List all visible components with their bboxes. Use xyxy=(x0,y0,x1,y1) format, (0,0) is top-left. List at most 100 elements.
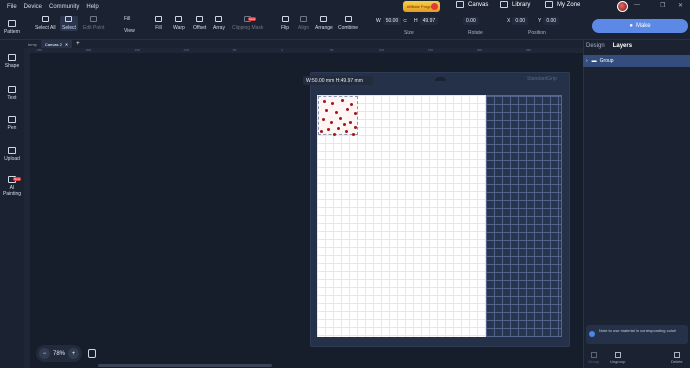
close-tab-icon[interactable]: ✕ xyxy=(65,42,68,47)
upload-tool[interactable]: Upload xyxy=(0,147,24,162)
promo-banner[interactable]: Affiliate Program xyxy=(403,1,440,12)
selected-pattern[interactable] xyxy=(318,96,358,136)
material-note: Note to use material in corresponding co… xyxy=(586,325,688,344)
layer-item-group[interactable]: › ▬ Group xyxy=(583,55,690,67)
view-dropdown[interactable]: Fill View xyxy=(124,16,135,34)
width-input[interactable]: 50.00 xyxy=(382,16,402,25)
nav-myzone-label: My Zone xyxy=(557,1,581,8)
x-field[interactable]: X 0.00 xyxy=(507,16,529,25)
add-tab-icon[interactable]: + xyxy=(72,40,84,48)
ruler-tick-label: 0 xyxy=(281,48,283,52)
ungroup-label: Ungroup xyxy=(610,359,626,364)
group-button[interactable]: Group xyxy=(588,352,599,364)
zoom-value: 78% xyxy=(52,350,65,357)
text-label: Text xyxy=(7,95,17,101)
right-panel xyxy=(583,40,690,368)
pattern-dot xyxy=(350,103,353,106)
flip-button[interactable]: Flip xyxy=(281,16,289,31)
pattern-dot xyxy=(346,108,349,111)
x-input[interactable]: 0.00 xyxy=(512,16,529,25)
align-label: Align xyxy=(298,25,310,31)
select-all-button[interactable]: Select All xyxy=(35,16,56,31)
arrange-button[interactable]: Arrange xyxy=(315,16,333,31)
pattern-dot xyxy=(331,102,334,105)
shape-icon xyxy=(8,54,16,61)
tab-canvas-2[interactable]: Canvas 2 ✕ xyxy=(40,40,73,48)
ruler-tick-label: 50 xyxy=(330,48,334,52)
select-label: Select xyxy=(62,25,76,31)
warp-button[interactable]: Warp xyxy=(173,16,185,31)
y-field[interactable]: Y 0.00 xyxy=(538,16,560,25)
width-label: W xyxy=(376,17,381,24)
note-text: Note to use material in corresponding co… xyxy=(599,328,677,333)
pattern-dot xyxy=(354,126,357,129)
align-button[interactable]: Align xyxy=(298,16,309,31)
pattern-tool[interactable]: Pattern xyxy=(0,20,24,35)
pen-label: Pen xyxy=(7,125,17,131)
edit-point-button[interactable]: Edit Point xyxy=(83,16,104,31)
tab-temp[interactable]: temp xyxy=(24,40,41,48)
height-input[interactable]: 49.97 xyxy=(419,16,439,25)
tab-design[interactable]: Design xyxy=(586,43,605,49)
upload-label: Upload xyxy=(4,156,20,162)
hand-icon[interactable] xyxy=(88,349,96,358)
menu-file[interactable]: File xyxy=(7,4,17,10)
device-name: StandardGrip xyxy=(527,76,557,82)
avatar[interactable] xyxy=(617,1,628,12)
y-input[interactable]: 0.00 xyxy=(543,16,560,25)
minimize-icon[interactable]: — xyxy=(634,2,640,8)
nav-myzone[interactable]: My Zone xyxy=(545,1,580,8)
combine-button[interactable]: Combine xyxy=(338,16,358,31)
rotate-input[interactable]: 0.00 xyxy=(463,16,479,25)
pen-tool[interactable]: Pen xyxy=(0,116,24,131)
pattern-dot xyxy=(349,121,352,124)
height-label: H xyxy=(414,17,418,24)
text-icon xyxy=(8,86,16,93)
delete-button[interactable]: Delete xyxy=(671,352,683,364)
pen-icon xyxy=(8,116,16,123)
rotate-field[interactable]: 0.00 xyxy=(463,16,479,25)
offset-button[interactable]: Offset xyxy=(193,16,206,31)
menu-bar: File Device Community Help xyxy=(0,0,690,13)
close-icon[interactable]: ✕ xyxy=(678,2,683,9)
ungroup-button[interactable]: Ungroup xyxy=(610,352,625,364)
menu-community[interactable]: Community xyxy=(49,4,79,10)
position-label: Position xyxy=(528,30,546,36)
zoom-in-button[interactable]: + xyxy=(67,348,79,359)
flip-icon xyxy=(281,16,289,22)
width-field[interactable]: W 50.00 xyxy=(376,16,402,25)
ai-painting-tool[interactable]: New AI Painting xyxy=(0,176,24,197)
trash-icon xyxy=(673,352,680,358)
fill-button[interactable]: Fill xyxy=(155,16,162,31)
ruler-tick-label: -250 xyxy=(36,48,43,52)
ai-painting-label: AI Painting xyxy=(2,185,22,197)
shape-tool[interactable]: Shape xyxy=(0,54,24,69)
shape-label: Shape xyxy=(4,63,20,69)
tab-layers[interactable]: Layers xyxy=(613,43,632,49)
new-badge: New xyxy=(12,177,21,181)
chevron-right-icon[interactable]: › xyxy=(586,58,588,64)
ruler-tick-label: -150 xyxy=(134,48,141,52)
promo-close-icon[interactable] xyxy=(431,3,438,10)
lock-ratio-icon[interactable]: ⊂ xyxy=(403,16,407,25)
array-icon xyxy=(215,16,223,22)
zoom-out-button[interactable]: − xyxy=(39,348,50,359)
align-icon xyxy=(300,16,308,22)
array-button[interactable]: Array xyxy=(213,16,225,31)
make-button[interactable]: ● Make xyxy=(592,19,688,33)
nav-library[interactable]: Library xyxy=(500,1,530,8)
height-field[interactable]: H 49.97 xyxy=(414,16,439,25)
delete-label: Delete xyxy=(671,359,683,364)
nav-canvas[interactable]: Canvas xyxy=(456,1,488,8)
clipping-mask-button[interactable]: New Clipping Mask xyxy=(232,16,263,31)
warp-label: Warp xyxy=(173,25,185,31)
ai-painting-icon: New xyxy=(8,176,21,183)
ruler-tick-label: 150 xyxy=(428,48,434,52)
text-tool[interactable]: Text xyxy=(0,86,24,101)
select-button[interactable]: Select xyxy=(60,16,78,31)
horizontal-scrollbar[interactable] xyxy=(98,364,272,367)
menu-device[interactable]: Device xyxy=(24,4,42,10)
maximize-icon[interactable]: ❐ xyxy=(660,2,665,9)
menu-help[interactable]: Help xyxy=(86,4,98,10)
pattern-dot xyxy=(352,133,355,136)
